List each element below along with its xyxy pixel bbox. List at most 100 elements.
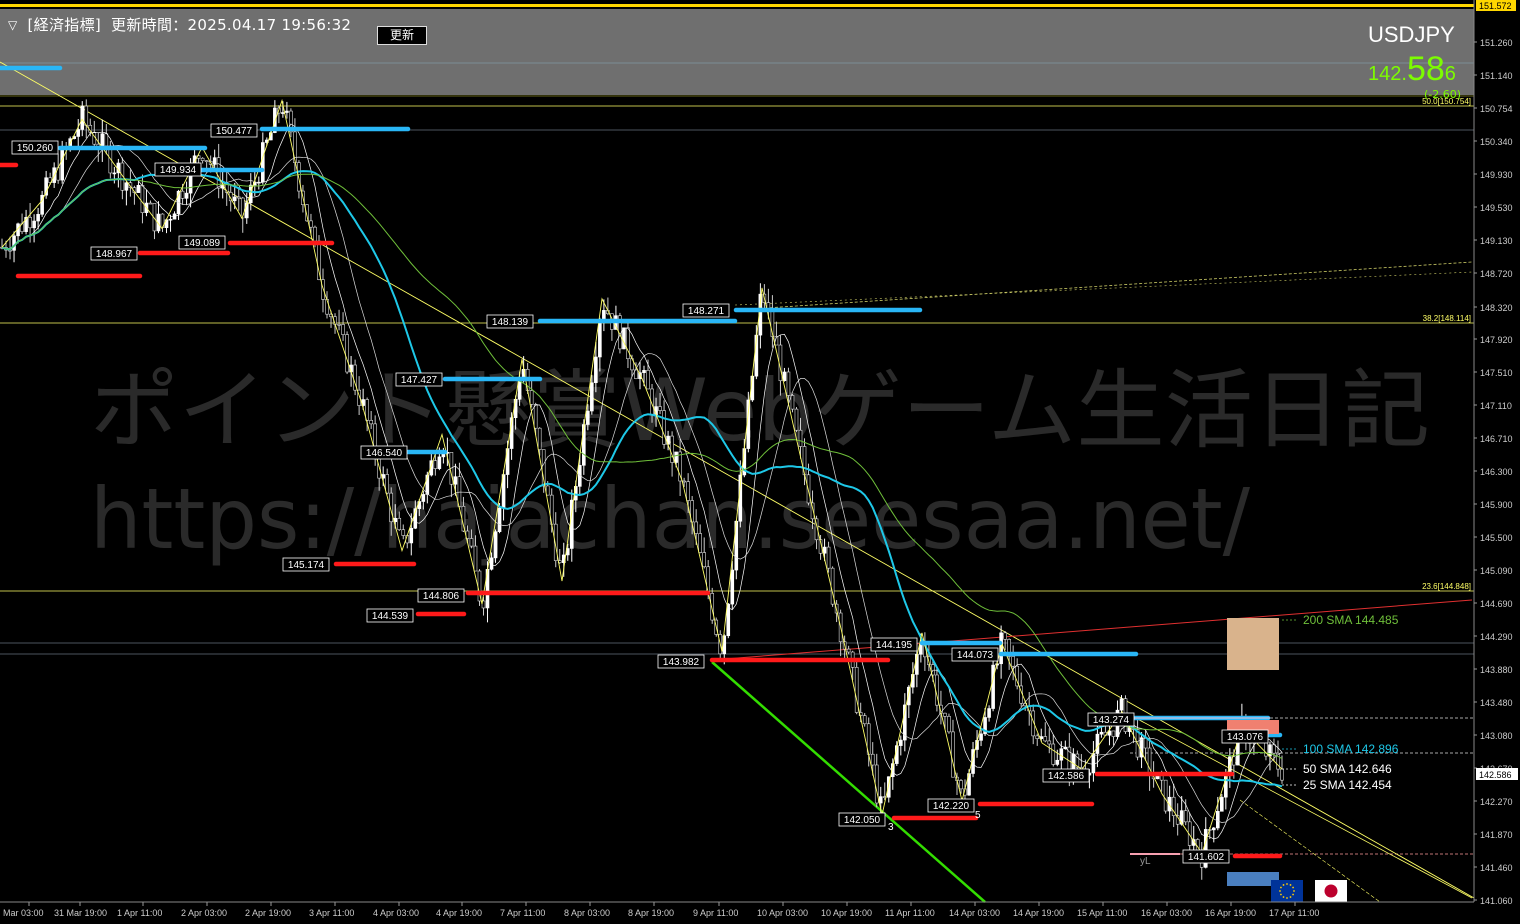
swing-label: 143.274: [1093, 715, 1130, 726]
candle-body: [204, 160, 209, 162]
candle-body: [76, 129, 81, 137]
candle-body: [878, 796, 883, 804]
swing-label: 149.089: [184, 238, 221, 249]
price-chart[interactable]: ポイント懸賞Webゲーム生活日記 https://hajachan.seesaa…: [0, 0, 1520, 924]
candle-body: [947, 716, 951, 733]
candle-body: [959, 780, 963, 790]
candle-body: [1043, 736, 1048, 742]
candle-body: [582, 424, 586, 466]
price-tick-label: 144.690: [1480, 599, 1513, 609]
candle-body: [870, 753, 875, 766]
candle-body: [662, 410, 666, 445]
candle-body: [313, 226, 317, 242]
candle-body: [674, 451, 678, 463]
swing-label: 142.050: [844, 815, 881, 826]
time-tick-label: 17 Apr 11:00: [1269, 908, 1319, 918]
candle-body: [1215, 810, 1220, 829]
candle-body: [638, 372, 642, 379]
candle-body: [397, 517, 402, 531]
candle-body: [124, 182, 129, 191]
trendline-green: [711, 661, 986, 903]
price-tick-label: 147.920: [1480, 335, 1513, 345]
watermark-line1: ポイント懸賞Webゲーム生活日記: [90, 361, 1430, 461]
eu-flag-star: [1286, 897, 1288, 899]
eu-flag-star: [1289, 896, 1292, 898]
candle-body: [112, 172, 117, 175]
wave-label: 5: [975, 810, 981, 821]
eu-flag-star: [1280, 893, 1282, 896]
channel-line-dashed: [1239, 799, 1381, 903]
candle-body: [409, 527, 414, 544]
candle-body: [919, 643, 923, 655]
supply-zone: [1227, 618, 1279, 670]
candle-body: [493, 531, 498, 559]
time-tick-label: 9 Apr 11:00: [693, 908, 738, 918]
candle-body: [646, 370, 650, 390]
candle-body: [586, 410, 590, 425]
price-tick-label: 143.080: [1480, 731, 1513, 741]
trendline-dashed: [734, 271, 1473, 306]
price-tick-label: 147.110: [1480, 401, 1512, 411]
sma-label: 200 SMA 144.485: [1303, 613, 1399, 627]
swing-label: 146.540: [366, 448, 403, 459]
candle-body: [285, 110, 289, 113]
candle-body: [457, 476, 462, 507]
price-tick-label: 151.260: [1480, 38, 1513, 48]
swing-label: 148.139: [492, 317, 529, 328]
candle-body: [1047, 740, 1052, 745]
candle-body: [200, 157, 205, 161]
candle-body: [826, 546, 831, 569]
price-tick-label: 148.320: [1480, 303, 1513, 313]
candle-body: [1211, 827, 1216, 831]
swing-label: 147.427: [401, 375, 438, 386]
time-tick-label: 16 Apr 03:00: [1141, 908, 1192, 918]
price-tick-label: 144.290: [1480, 632, 1513, 642]
sma-label: 100 SMA 142.896: [1303, 742, 1399, 756]
candle-body: [345, 334, 349, 373]
candle-body: [32, 220, 36, 229]
candle-body: [469, 538, 474, 547]
price-tick-label: 143.880: [1480, 665, 1513, 675]
trendline-red: [711, 599, 1473, 661]
update-button[interactable]: 更新: [377, 26, 427, 45]
candle-body: [80, 105, 85, 130]
candle-body: [497, 507, 502, 532]
candle-body: [626, 327, 630, 360]
candle-body: [806, 474, 811, 504]
candle-body: [598, 321, 602, 358]
collapse-triangle-icon[interactable]: ▽: [8, 18, 18, 32]
swing-label: 144.806: [423, 591, 460, 602]
price-tick-label: 148.720: [1480, 269, 1513, 279]
price-tick-label: 145.900: [1480, 500, 1513, 510]
candle-body: [622, 327, 626, 350]
candle-body: [1051, 743, 1056, 765]
candle-body: [642, 370, 646, 373]
candle-body: [590, 382, 594, 412]
candle-body: [594, 356, 598, 384]
candle-body: [317, 240, 321, 280]
candle-body: [337, 323, 341, 326]
candle-body: [951, 731, 955, 778]
quote-big-digits: 58: [1406, 50, 1445, 88]
symbol-title: USDJPY: [1368, 22, 1455, 47]
time-tick-label: 10 Apr 19:00: [821, 908, 872, 918]
candle-body: [232, 196, 237, 202]
time-tick-label: 16 Apr 19:00: [1205, 908, 1256, 918]
candle-body: [798, 429, 803, 447]
price-tick-label: 142.270: [1480, 797, 1513, 807]
candle-body: [686, 481, 690, 501]
swing-label: 150.477: [216, 126, 253, 137]
candle-body: [216, 157, 221, 189]
swing-label: 143.982: [663, 657, 700, 668]
time-tick-label: 7 Apr 11:00: [500, 908, 545, 918]
candle-body: [694, 521, 698, 534]
candle-body: [766, 302, 771, 309]
swing-label: 148.271: [688, 306, 725, 317]
sma-label: 25 SMA 142.454: [1303, 778, 1392, 792]
eu-flag-star: [1293, 890, 1295, 892]
eu-flag-star: [1289, 884, 1292, 886]
candle-body: [790, 395, 795, 410]
economic-indicator-label[interactable]: [経済指標]: [28, 14, 102, 35]
trendline-dashed: [734, 261, 1473, 311]
swing-label: 149.934: [160, 165, 197, 176]
